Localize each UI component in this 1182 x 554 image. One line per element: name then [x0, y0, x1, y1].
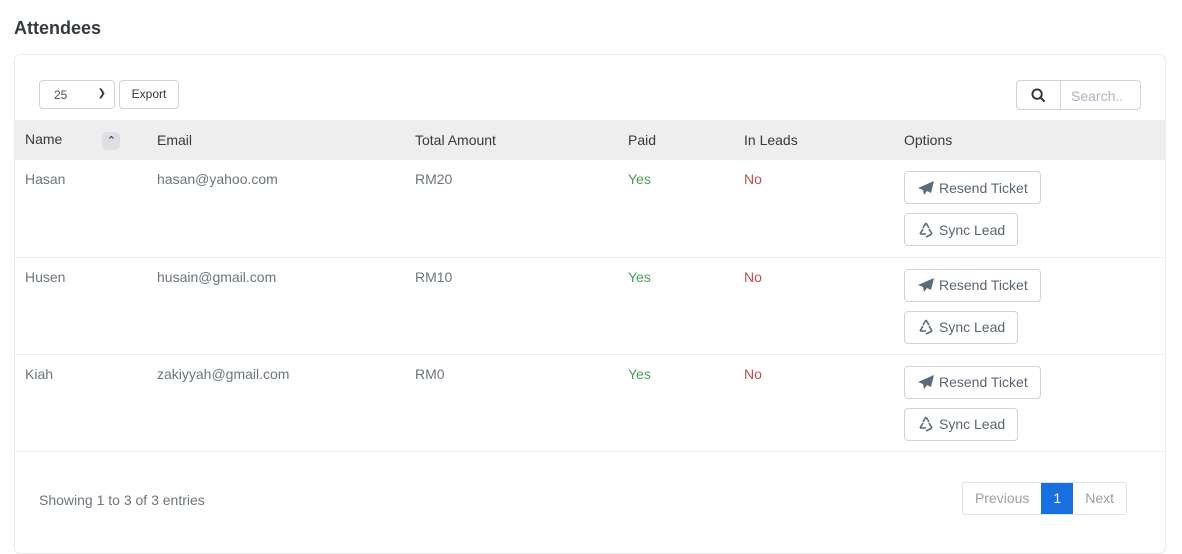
cell-email: zakiyyah@gmail.com: [147, 354, 405, 452]
column-header-paid[interactable]: Paid: [618, 120, 734, 160]
column-header-in-leads[interactable]: In Leads: [734, 120, 894, 160]
cell-options: Resend Ticket Sync Lead: [894, 257, 1165, 355]
cell-paid: Yes: [618, 257, 734, 355]
sync-lead-button[interactable]: Sync Lead: [904, 213, 1019, 246]
attendees-table: Name ⌃ Email Total Amount Paid In Leads O…: [15, 120, 1165, 452]
cell-email: hasan@yahoo.com: [147, 160, 405, 258]
column-header-email[interactable]: Email: [147, 120, 405, 160]
cell-in-leads: No: [734, 160, 894, 258]
search-group: Search..: [1016, 80, 1141, 110]
table-header: Name ⌃ Email Total Amount Paid In Leads O…: [15, 120, 1165, 160]
sync-lead-button[interactable]: Sync Lead: [904, 310, 1019, 344]
column-header-name[interactable]: Name ⌃: [15, 120, 147, 160]
recycle-icon: [919, 222, 933, 238]
page-1-button[interactable]: 1: [1041, 483, 1074, 514]
sort-ascending-icon[interactable]: ⌃: [102, 131, 121, 150]
column-header-total[interactable]: Total Amount: [405, 120, 618, 160]
search-input[interactable]: Search..: [1061, 81, 1123, 109]
cell-name: Kiah: [15, 354, 147, 452]
column-header-options: Options: [904, 132, 953, 148]
page-size-value: 25: [54, 88, 68, 102]
paper-plane-icon: [918, 180, 934, 195]
pagination: Previous 1 Next: [961, 482, 1127, 515]
cell-paid: Yes: [618, 160, 734, 258]
paper-plane-icon: [918, 278, 934, 292]
paper-plane-icon: [918, 375, 934, 389]
resend-ticket-button[interactable]: Resend Ticket: [904, 365, 1041, 399]
entries-info: Showing 1 to 3 of 3 entries: [39, 492, 205, 508]
resend-ticket-button[interactable]: Resend Ticket: [904, 268, 1041, 302]
cell-total: RM10: [405, 257, 618, 355]
cell-name: Husen: [15, 257, 147, 355]
table-row: Hasan hasan@yahoo.com RM20 Yes No Resend…: [15, 160, 1165, 258]
sync-lead-button[interactable]: Sync Lead: [904, 407, 1019, 441]
cell-options: Resend Ticket Sync Lead: [894, 160, 1165, 258]
cell-email: husain@gmail.com: [147, 257, 405, 355]
attendees-card: 25 ❯ Export Search.. Name ⌃ Email Total A…: [14, 54, 1166, 554]
next-button[interactable]: Next: [1073, 483, 1126, 514]
table-row: Husen husain@gmail.com RM10 Yes No Resen…: [15, 257, 1165, 355]
table-row: Kiah zakiyyah@gmail.com RM0 Yes No Resen…: [15, 354, 1165, 452]
cell-paid: Yes: [618, 354, 734, 452]
previous-button[interactable]: Previous: [963, 483, 1041, 514]
chevron-down-icon: ❯: [97, 88, 106, 99]
cell-options: Resend Ticket Sync Lead: [894, 354, 1165, 452]
cell-name: Hasan: [15, 160, 147, 258]
cell-total: RM0: [405, 354, 618, 452]
recycle-icon: [919, 416, 933, 432]
cell-total: RM20: [405, 160, 618, 258]
page-size-select[interactable]: 25 ❯: [39, 80, 115, 109]
resend-ticket-button[interactable]: Resend Ticket: [904, 171, 1041, 204]
recycle-icon: [919, 319, 933, 335]
cell-in-leads: No: [734, 354, 894, 452]
page-title: Attendees: [14, 18, 102, 38]
search-icon[interactable]: [1017, 81, 1061, 109]
export-button[interactable]: Export: [119, 80, 179, 109]
cell-in-leads: No: [734, 257, 894, 355]
